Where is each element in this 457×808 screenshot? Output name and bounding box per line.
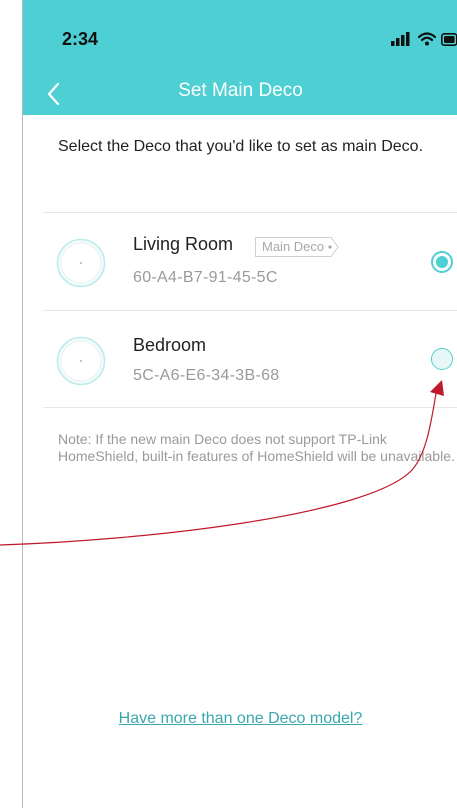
battery-icon xyxy=(441,32,457,46)
deco-name: Living Room xyxy=(133,234,234,254)
intro-text: Select the Deco that you'd like to set a… xyxy=(58,138,424,155)
nav-bar: Set Main Deco xyxy=(23,76,457,115)
page-title: Set Main Deco xyxy=(178,80,303,101)
deco-select-radio[interactable] xyxy=(431,348,453,370)
badge-tag-icon xyxy=(327,237,339,257)
phone-screen: 2:34 Set Main Deco Select the Deco that … xyxy=(22,0,457,808)
deco-device-icon xyxy=(56,336,106,386)
homeshield-note: Note: If the new main Deco does not supp… xyxy=(58,431,455,464)
badge-label: Main Deco xyxy=(255,237,328,257)
status-time: 2:34 xyxy=(62,29,99,49)
divider xyxy=(43,212,457,213)
deco-select-radio[interactable] xyxy=(431,251,453,273)
divider xyxy=(43,310,457,311)
cellular-signal-icon xyxy=(391,32,410,46)
multiple-models-link[interactable]: Have more than one Deco model? xyxy=(23,710,457,728)
wifi-icon xyxy=(418,32,436,46)
deco-mac-address: 5C-A6-E6-34-3B-68 xyxy=(133,367,280,384)
status-icons xyxy=(391,31,457,47)
deco-device-icon xyxy=(56,238,106,288)
main-deco-badge: Main Deco xyxy=(255,237,339,257)
deco-item-living-room[interactable]: Living Room 60-A4-B7-91-45-5C xyxy=(23,214,457,310)
deco-item-bedroom[interactable]: Bedroom 5C-A6-E6-34-3B-68 xyxy=(23,312,457,408)
divider xyxy=(43,407,457,408)
deco-name: Bedroom xyxy=(133,335,207,355)
deco-mac-address: 60-A4-B7-91-45-5C xyxy=(133,269,278,286)
status-bar: 2:34 xyxy=(23,0,457,76)
